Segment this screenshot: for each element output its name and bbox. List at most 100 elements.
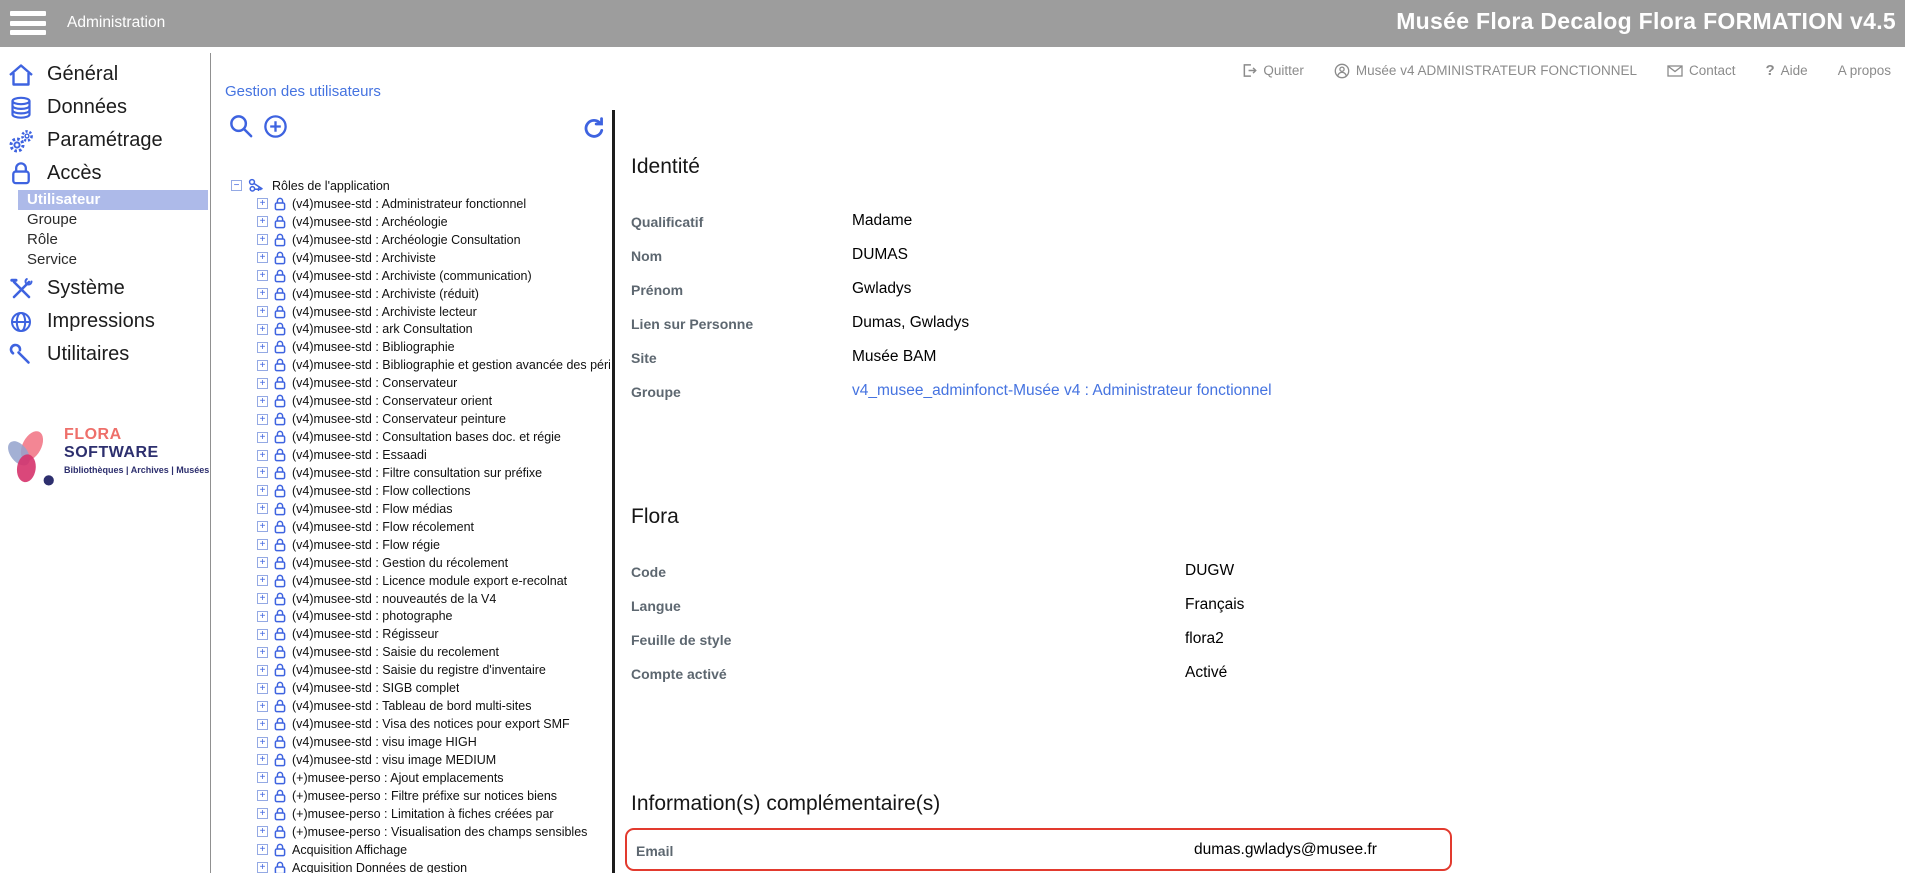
sidebar-item-systeme[interactable]: Système bbox=[0, 272, 210, 305]
sidebar-item-acces[interactable]: Accès bbox=[0, 157, 210, 190]
expand-icon[interactable] bbox=[257, 432, 268, 443]
expand-icon[interactable] bbox=[257, 665, 268, 676]
tree-row[interactable]: (v4)musee-std : Archiviste (communicatio… bbox=[231, 267, 610, 285]
tree-row[interactable]: (v4)musee-std : Bibliographie bbox=[231, 338, 610, 356]
search-icon[interactable] bbox=[228, 113, 255, 145]
expand-icon[interactable] bbox=[257, 701, 268, 712]
sidebar-item-utilitaires[interactable]: Utilitaires bbox=[0, 338, 210, 371]
lock-icon bbox=[274, 197, 286, 211]
tree-row[interactable]: (+)musee-perso : Visualisation des champ… bbox=[231, 823, 610, 841]
tree-row[interactable]: (v4)musee-std : Filtre consultation sur … bbox=[231, 464, 610, 482]
tree-row[interactable]: (v4)musee-std : visu image HIGH bbox=[231, 733, 610, 751]
tree-row[interactable]: (v4)musee-std : Licence module export e-… bbox=[231, 572, 610, 590]
add-icon[interactable] bbox=[262, 113, 289, 145]
tree-row[interactable]: (v4)musee-std : Consultation bases doc. … bbox=[231, 428, 610, 446]
tree-root-row[interactable]: Rôles de l'application bbox=[231, 177, 610, 195]
lock-icon bbox=[274, 466, 286, 480]
expand-icon[interactable] bbox=[257, 754, 268, 765]
tree-row[interactable]: (v4)musee-std : SIGB complet bbox=[231, 679, 610, 697]
expand-icon[interactable] bbox=[257, 198, 268, 209]
sidebar-subitem-service[interactable]: Service bbox=[0, 250, 210, 270]
sidebar-item-impressions[interactable]: Impressions bbox=[0, 305, 210, 338]
tree-row[interactable]: (v4)musee-std : Bibliographie et gestion… bbox=[231, 356, 610, 374]
refresh-icon[interactable] bbox=[580, 116, 606, 147]
expand-icon[interactable] bbox=[257, 414, 268, 425]
field-value[interactable]: v4_musee_adminfonct-Musée v4 : Administr… bbox=[852, 382, 1272, 400]
tree-row[interactable]: (v4)musee-std : Archiviste lecteur bbox=[231, 303, 610, 321]
tree-row[interactable]: Acquisition Affichage bbox=[231, 841, 610, 859]
tree-row[interactable]: (v4)musee-std : Essaadi bbox=[231, 446, 610, 464]
sidebar-subitem-groupe[interactable]: Groupe bbox=[0, 210, 210, 230]
expand-icon[interactable] bbox=[257, 360, 268, 371]
keys-icon bbox=[248, 178, 266, 193]
expand-icon[interactable] bbox=[257, 844, 268, 855]
expand-icon[interactable] bbox=[257, 683, 268, 694]
sidebar-subitem-utilisateur[interactable]: Utilisateur bbox=[18, 190, 208, 210]
panel-divider[interactable] bbox=[612, 110, 615, 873]
tree-row[interactable]: (v4)musee-std : ark Consultation bbox=[231, 321, 610, 339]
sidebar-subitem-role[interactable]: Rôle bbox=[0, 230, 210, 250]
tree-row[interactable]: (v4)musee-std : Archiviste (réduit) bbox=[231, 285, 610, 303]
expand-icon[interactable] bbox=[257, 306, 268, 317]
tree-row[interactable]: (v4)musee-std : Visa des notices pour ex… bbox=[231, 715, 610, 733]
expand-icon[interactable] bbox=[257, 557, 268, 568]
tree-row[interactable]: (v4)musee-std : Archiviste bbox=[231, 249, 610, 267]
tree-row[interactable]: (v4)musee-std : Tableau de bord multi-si… bbox=[231, 697, 610, 715]
expand-icon[interactable] bbox=[257, 270, 268, 281]
sidebar-item-parametrage[interactable]: Paramétrage bbox=[0, 124, 210, 157]
expand-icon[interactable] bbox=[257, 324, 268, 335]
expand-icon[interactable] bbox=[257, 808, 268, 819]
expand-icon[interactable] bbox=[257, 575, 268, 586]
hamburger-menu-icon[interactable] bbox=[10, 11, 46, 40]
tree-row[interactable]: (v4)musee-std : Flow médias bbox=[231, 500, 610, 518]
expand-icon[interactable] bbox=[257, 611, 268, 622]
tree-row[interactable]: (v4)musee-std : photographe bbox=[231, 608, 610, 626]
expand-icon[interactable] bbox=[257, 647, 268, 658]
expand-icon[interactable] bbox=[257, 772, 268, 783]
expand-icon[interactable] bbox=[257, 234, 268, 245]
expand-icon[interactable] bbox=[257, 378, 268, 389]
tree-row[interactable]: (v4)musee-std : Conservateur orient bbox=[231, 392, 610, 410]
tree-row[interactable]: (v4)musee-std : Flow collections bbox=[231, 482, 610, 500]
expand-icon[interactable] bbox=[257, 503, 268, 514]
tree-row[interactable]: (v4)musee-std : Archéologie Consultation bbox=[231, 231, 610, 249]
tree-row[interactable]: (v4)musee-std : Régisseur bbox=[231, 625, 610, 643]
expand-icon[interactable] bbox=[257, 719, 268, 730]
expand-icon[interactable] bbox=[257, 252, 268, 263]
tree-row[interactable]: (v4)musee-std : Archéologie bbox=[231, 213, 610, 231]
expand-icon[interactable] bbox=[257, 629, 268, 640]
tree-row[interactable]: (+)musee-perso : Limitation à fiches cré… bbox=[231, 805, 610, 823]
expand-icon[interactable] bbox=[257, 862, 268, 873]
lock-icon bbox=[274, 609, 286, 623]
expand-icon[interactable] bbox=[257, 467, 268, 478]
tree-row[interactable]: (v4)musee-std : Gestion du récolement bbox=[231, 554, 610, 572]
tree-row[interactable]: (+)musee-perso : Ajout emplacements bbox=[231, 769, 610, 787]
sidebar-item-donnees[interactable]: Données bbox=[0, 91, 210, 124]
expand-icon[interactable] bbox=[257, 342, 268, 353]
tree-row[interactable]: (v4)musee-std : visu image MEDIUM bbox=[231, 751, 610, 769]
expand-icon[interactable] bbox=[257, 521, 268, 532]
expand-icon[interactable] bbox=[257, 216, 268, 227]
expand-icon[interactable] bbox=[257, 593, 268, 604]
expand-icon[interactable] bbox=[257, 790, 268, 801]
expand-icon[interactable] bbox=[257, 485, 268, 496]
tree-row[interactable]: (v4)musee-std : Saisie du recolement bbox=[231, 643, 610, 661]
tree-panel-title-link[interactable]: Gestion des utilisateurs bbox=[225, 83, 381, 100]
tree-row[interactable]: (v4)musee-std : Administrateur fonctionn… bbox=[231, 195, 610, 213]
tree-row[interactable]: (v4)musee-std : Saisie du registre d'inv… bbox=[231, 661, 610, 679]
tree-row[interactable]: (v4)musee-std : Flow récolement bbox=[231, 518, 610, 536]
tree-row[interactable]: (v4)musee-std : Conservateur bbox=[231, 374, 610, 392]
tree-row[interactable]: (v4)musee-std : Flow régie bbox=[231, 536, 610, 554]
tree-row[interactable]: (+)musee-perso : Filtre préfixe sur noti… bbox=[231, 787, 610, 805]
tree-row[interactable]: (v4)musee-std : nouveautés de la V4 bbox=[231, 590, 610, 608]
expand-icon[interactable] bbox=[257, 450, 268, 461]
expand-icon[interactable] bbox=[257, 737, 268, 748]
tree-row[interactable]: (v4)musee-std : Conservateur peinture bbox=[231, 410, 610, 428]
expand-icon[interactable] bbox=[257, 288, 268, 299]
sidebar-item-general[interactable]: Général bbox=[0, 58, 210, 91]
expand-icon[interactable] bbox=[257, 826, 268, 837]
expand-icon[interactable] bbox=[257, 539, 268, 550]
tree-row[interactable]: Acquisition Données de gestion bbox=[231, 859, 610, 873]
expand-icon[interactable] bbox=[257, 396, 268, 407]
collapse-icon[interactable] bbox=[231, 180, 242, 191]
